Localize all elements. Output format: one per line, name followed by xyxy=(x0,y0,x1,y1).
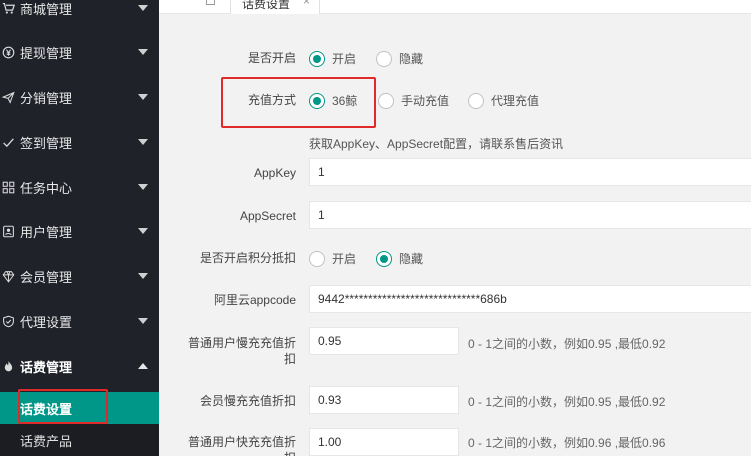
chevron-down-icon xyxy=(138,228,148,234)
radio-circle xyxy=(309,50,325,67)
diamond-icon xyxy=(1,269,15,283)
input-value: 1.00 xyxy=(318,435,342,449)
sidebar-item-signin[interactable]: 签到管理 xyxy=(0,120,159,164)
chevron-down-icon xyxy=(138,49,148,55)
sidebar-item-label: 商城管理 xyxy=(20,1,73,17)
enable-label: 是否开启 xyxy=(247,51,296,65)
radio-circle xyxy=(376,250,392,267)
close-icon[interactable]: × xyxy=(303,0,310,8)
tab-label: 话费设置 xyxy=(242,0,291,11)
radio-circle xyxy=(376,50,392,67)
sidebar-item-label: 话费管理 xyxy=(20,359,73,375)
chevron-up-icon xyxy=(138,363,148,369)
appsecret-label: AppSecret xyxy=(239,209,296,223)
sidebar-item-label: 会员管理 xyxy=(20,269,73,285)
points-deduct-label: 是否开启积分抵扣 xyxy=(199,251,296,265)
chevron-down-icon xyxy=(138,273,148,279)
radio-label: 代理充值 xyxy=(491,94,540,108)
sidebar-subitem-phone-products[interactable]: 话费产品 xyxy=(0,424,159,456)
input-value: 9442*****************************686b xyxy=(318,292,507,306)
member-slow-hint: 0 - 1之间的小数，例如0.95 ,最低0.92 xyxy=(468,395,666,409)
input-value: 0.93 xyxy=(318,393,342,407)
enable-radio-on[interactable]: 开启 xyxy=(309,50,356,67)
normal-fast-input[interactable]: 1.00 xyxy=(309,428,459,456)
radio-label: 开启 xyxy=(332,252,357,266)
check-icon xyxy=(1,135,15,149)
chevron-down-icon xyxy=(138,318,148,324)
chevron-down-icon xyxy=(138,94,148,100)
send-icon xyxy=(1,90,15,104)
chevron-down-icon xyxy=(138,184,148,190)
settings-form: 是否开启 开启 隐藏 充值方式 36鲸 手动充值 代理充值 获取AppKey、A… xyxy=(159,15,751,456)
sidebar: 商城管理 提现管理 分销管理 签到管理 任务中心 用户管理 会员管理 代理设置 xyxy=(0,0,159,456)
radio-label: 隐藏 xyxy=(399,52,424,66)
radio-label: 隐藏 xyxy=(399,252,424,266)
normal-slow-label: 普通用户慢充充值折扣 xyxy=(187,336,296,366)
sidebar-subitem-label: 话费产品 xyxy=(20,433,73,449)
yen-icon xyxy=(1,45,15,59)
sidebar-item-tasks[interactable]: 任务中心 xyxy=(0,165,159,209)
sidebar-subitem-label: 话费设置 xyxy=(20,401,73,417)
aliyun-appcode-input[interactable]: 9442*****************************686b xyxy=(309,285,751,313)
appsecret-input[interactable]: 1 xyxy=(309,201,751,229)
sidebar-item-mall[interactable]: 商城管理 xyxy=(0,0,159,30)
tab-checkbox[interactable] xyxy=(206,0,215,5)
sidebar-item-phone-bill[interactable]: 话费管理 xyxy=(0,344,159,388)
sidebar-item-members[interactable]: 会员管理 xyxy=(0,254,159,298)
input-value: 0.95 xyxy=(318,334,342,348)
points-radio-hide[interactable]: 隐藏 xyxy=(376,250,423,267)
chevron-down-icon xyxy=(138,5,148,11)
radio-circle xyxy=(468,92,484,109)
sidebar-item-users[interactable]: 用户管理 xyxy=(0,209,159,253)
sidebar-item-agent[interactable]: 代理设置 xyxy=(0,299,159,343)
sidebar-item-withdraw[interactable]: 提现管理 xyxy=(0,30,159,74)
recharge-radio-manual[interactable]: 手动充值 xyxy=(378,92,449,109)
input-value: 1 xyxy=(318,208,325,222)
normal-slow-input[interactable]: 0.95 xyxy=(309,327,459,355)
input-value: 1 xyxy=(318,165,325,179)
sidebar-item-label: 代理设置 xyxy=(20,314,73,330)
aliyun-appcode-label: 阿里云appcode xyxy=(213,293,296,307)
sidebar-item-label: 签到管理 xyxy=(20,135,73,151)
radio-circle xyxy=(378,92,394,109)
radio-label: 手动充值 xyxy=(401,94,450,108)
enable-radio-hide[interactable]: 隐藏 xyxy=(376,50,423,67)
normal-fast-hint: 0 - 1之间的小数，例如0.96 ,最低0.96 xyxy=(468,436,666,450)
chevron-down-icon xyxy=(138,139,148,145)
sidebar-item-label: 提现管理 xyxy=(20,45,73,61)
radio-label: 36鲸 xyxy=(332,94,358,108)
member-slow-input[interactable]: 0.93 xyxy=(309,386,459,414)
sidebar-item-distribution[interactable]: 分销管理 xyxy=(0,75,159,119)
config-note: 获取AppKey、AppSecret配置，请联系售后资讯 xyxy=(309,137,564,151)
appkey-label: AppKey xyxy=(253,166,296,180)
sidebar-item-label: 用户管理 xyxy=(20,224,73,240)
normal-slow-hint: 0 - 1之间的小数，例如0.95 ,最低0.92 xyxy=(468,337,666,351)
tab-strip: 话费设置 × xyxy=(159,0,751,14)
sidebar-item-label: 分销管理 xyxy=(20,90,73,106)
radio-circle xyxy=(309,250,325,267)
radio-circle xyxy=(309,92,325,109)
sidebar-subitem-phone-settings[interactable]: 话费设置 xyxy=(0,392,159,424)
normal-fast-label: 普通用户快充充值折扣 xyxy=(187,435,296,456)
recharge-radio-36jing[interactable]: 36鲸 xyxy=(309,92,357,109)
points-radio-on[interactable]: 开启 xyxy=(309,250,356,267)
member-slow-label: 会员慢充充值折扣 xyxy=(199,394,296,408)
appkey-input[interactable]: 1 xyxy=(309,158,751,186)
user-icon xyxy=(1,224,15,238)
grid-icon xyxy=(1,180,15,194)
radio-label: 开启 xyxy=(332,52,357,66)
cart-icon xyxy=(1,1,15,15)
recharge-radio-agent[interactable]: 代理充值 xyxy=(468,92,539,109)
sidebar-item-label: 任务中心 xyxy=(20,180,73,196)
recharge-mode-label: 充值方式 xyxy=(247,93,296,107)
flame-icon xyxy=(1,359,15,373)
shield-icon xyxy=(1,314,15,328)
